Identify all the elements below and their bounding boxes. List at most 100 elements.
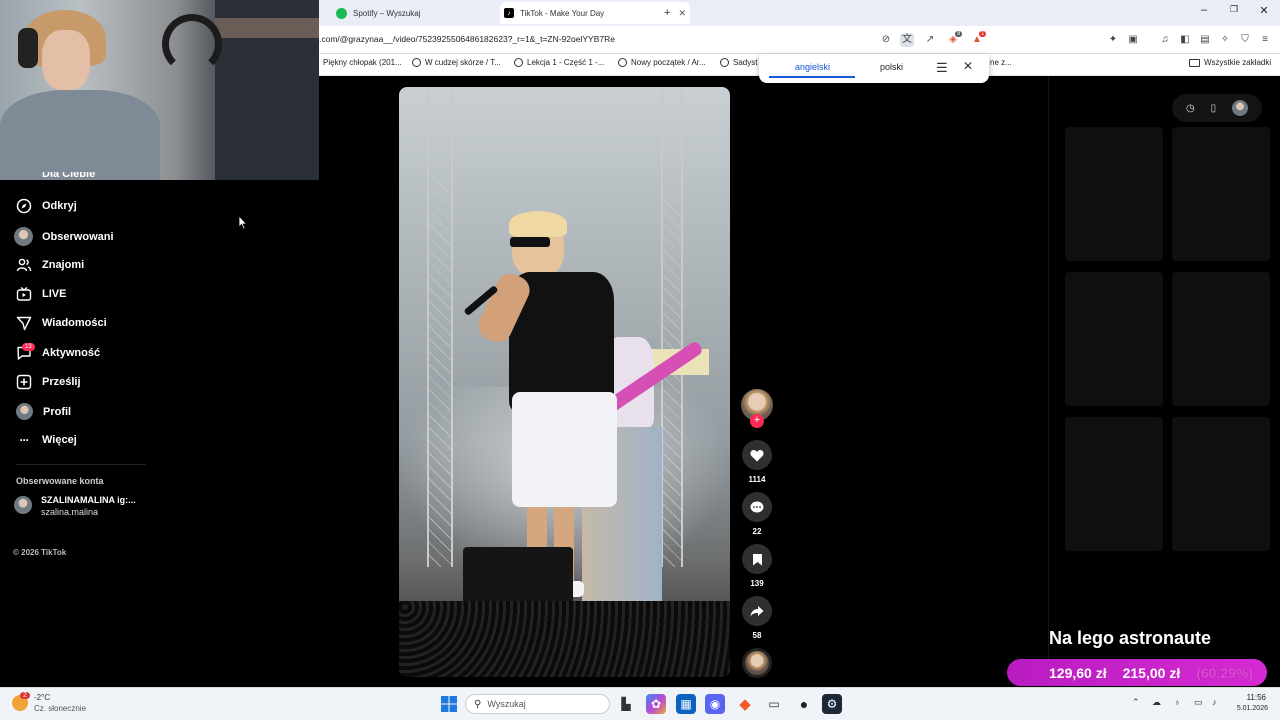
singer-sunglasses [510, 237, 550, 247]
person-body [0, 90, 160, 180]
network-icon[interactable]: ▭ [1194, 697, 1203, 708]
notepad-icon[interactable]: ▭ [764, 694, 784, 714]
bookmark-item[interactable]: Piękny chłopak (201... [323, 58, 402, 67]
followed-account-avatar[interactable] [14, 496, 32, 514]
comment-count: 22 [752, 527, 762, 536]
video-player[interactable] [399, 87, 730, 677]
avatar [14, 496, 32, 514]
bookmark-item[interactable]: Sadyst [720, 58, 757, 67]
globe-icon [412, 58, 421, 67]
device-icon[interactable]: ▯ [1211, 103, 1217, 114]
lang-from-tab[interactable]: angielski [795, 62, 830, 72]
sidebar-item-for-you[interactable]: Dla Ciebie [42, 172, 95, 180]
new-tab-button[interactable]: + [664, 2, 670, 24]
brave-icon[interactable]: ◆ [735, 694, 755, 714]
footer-copyright: © 2026 TikTok [13, 548, 67, 557]
vpn-icon[interactable]: ⛉ [1238, 33, 1252, 47]
store-icon[interactable]: ▦ [676, 694, 696, 714]
sidebar-item-messages[interactable]: Wiadomości [16, 315, 107, 331]
sidebar-item-friends[interactable]: Znajomi [16, 257, 84, 273]
windows-start-icon[interactable] [439, 694, 459, 714]
friends-icon [16, 257, 32, 273]
hanging-headphones [162, 14, 222, 74]
timer-icon[interactable]: ◷ [1186, 103, 1195, 114]
tray-chevron-icon[interactable]: ⌃ [1132, 697, 1140, 708]
sidebar-toggle-icon[interactable]: ◧ [1178, 33, 1192, 47]
music-disc-button[interactable] [740, 648, 774, 678]
translate-popup: angielski polski ☰ ✕ [759, 54, 989, 83]
globe-icon [618, 58, 627, 67]
sidebar-item-live[interactable]: LIVE [16, 286, 66, 302]
bookmark-item[interactable]: ne z... [990, 58, 1012, 67]
wallet-icon[interactable]: ▤ [1198, 33, 1212, 47]
all-bookmarks-folder[interactable]: Wszystkie zakładki [1189, 58, 1271, 67]
video-thumbnail[interactable] [1065, 417, 1163, 551]
sidebar-item-profile[interactable]: Profil [16, 403, 71, 420]
tab-spotify[interactable]: Spotify – Wyszukaj [336, 2, 496, 24]
music-icon[interactable]: ♫ [1158, 33, 1172, 47]
weather-badge: 2 [20, 692, 30, 699]
tiktok-icon: ♪ [504, 8, 514, 18]
more-icon: ··· [19, 433, 30, 447]
promo-title: Na lego astronaute [1049, 628, 1212, 648]
sidebar-item-upload[interactable]: Prześlij [16, 374, 81, 390]
sidebar-item-more[interactable]: ··· Więcej [16, 432, 77, 448]
close-window-icon[interactable]: ✕ [1254, 4, 1274, 17]
reader-icon[interactable]: ▣ [1126, 33, 1140, 47]
clock-date[interactable]: 5.01.2026 [1225, 705, 1268, 712]
followed-account-name[interactable]: SZALINAMALINA ig:... [41, 495, 136, 505]
extensions-icon[interactable]: ✦ [1106, 33, 1120, 47]
share-icon[interactable]: ↗ [923, 33, 937, 47]
mouse-cursor-icon [238, 215, 248, 230]
video-thumbnail[interactable] [1065, 272, 1163, 406]
taskbar-search[interactable]: ⚲ Wyszukaj [465, 694, 610, 714]
video-thumbnail[interactable] [1172, 417, 1270, 551]
volume-icon[interactable]: ♪ [1212, 697, 1217, 707]
bookmark-item[interactable]: W cudzej skórze / T... [412, 58, 501, 67]
copilot-icon[interactable]: ✿ [646, 694, 666, 714]
menu-icon[interactable]: ≡ [1258, 33, 1272, 47]
discord-icon[interactable]: ◉ [705, 694, 725, 714]
video-thumbnail[interactable] [1172, 272, 1270, 406]
leo-icon[interactable]: ✧ [1218, 33, 1232, 47]
follow-plus-icon[interactable]: + [750, 414, 764, 428]
promo-new-price: 129,60 zł [1049, 664, 1107, 681]
close-tab-icon[interactable]: ✕ [678, 8, 686, 19]
minimize-icon[interactable]: – [1194, 4, 1214, 16]
no-translate-icon[interactable]: ⊘ [879, 33, 893, 47]
save-button[interactable]: 139 [740, 544, 774, 588]
sidebar-item-explore[interactable]: Odkryj [16, 198, 77, 214]
microphone-tray-icon[interactable]: ♁ [1174, 697, 1181, 707]
lang-to-tab[interactable]: polski [880, 62, 903, 72]
clock-time[interactable]: 11:56 [1230, 693, 1266, 702]
bookmark-item[interactable]: Lekcja 1 - Część 1 -... [514, 58, 604, 67]
task-view-icon[interactable]: ▙ [616, 694, 636, 714]
comment-button[interactable]: 22 [740, 492, 774, 536]
sidebar-item-following[interactable]: Obserwowani [14, 227, 114, 246]
restore-icon[interactable]: ❐ [1224, 4, 1244, 15]
video-thumbnail[interactable] [1065, 127, 1163, 261]
tab-tiktok[interactable]: ♪ TikTok - Make Your Day ✕ [500, 2, 690, 24]
heart-icon [742, 440, 772, 470]
person-face [42, 30, 90, 90]
url-field[interactable]: .com/@grazynaa__/video/75239255064861826… [319, 34, 615, 44]
translate-menu-icon[interactable]: ☰ [936, 60, 948, 76]
headphones [18, 28, 38, 68]
obs-icon[interactable]: ● [794, 694, 814, 714]
user-avatar[interactable] [1232, 100, 1249, 116]
folder-icon [1189, 58, 1200, 67]
onedrive-icon[interactable]: ☁ [1152, 697, 1161, 708]
like-button[interactable]: 1114 [740, 440, 774, 484]
creator-avatar-button[interactable]: + [740, 389, 774, 428]
bookmark-item[interactable]: Nowy początek / Ar... [618, 58, 706, 67]
share-button[interactable]: 58 [740, 596, 774, 640]
video-thumbnail[interactable] [1172, 127, 1270, 261]
translate-icon[interactable]: 文 [900, 33, 914, 47]
translate-close-icon[interactable]: ✕ [963, 59, 973, 73]
steam-icon[interactable]: ⚙ [822, 694, 842, 714]
compass-icon [16, 198, 32, 214]
promo-price-bar[interactable]: 129,60 zł 215,00 zł (60,29%) [1007, 659, 1267, 686]
stage-front-speakers [399, 601, 730, 677]
stage-speaker [463, 547, 573, 607]
live-icon [16, 286, 32, 302]
